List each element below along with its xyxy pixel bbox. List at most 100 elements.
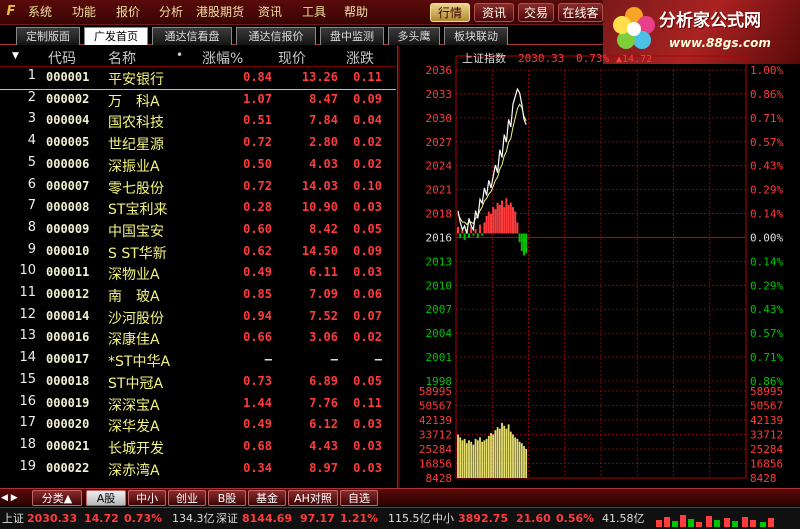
btab-watchlist[interactable]: 自选 <box>340 490 378 506</box>
sz-index-change: 97.17 <box>300 512 335 525</box>
chart-index-change: ▲14.72 <box>616 54 652 65</box>
col-header-code[interactable]: 代码 <box>48 48 76 68</box>
table-row[interactable]: 15 000018 ST中冠A 0.73 6.89 0.05 <box>0 372 396 394</box>
volume-tick-label: 8428 <box>426 472 453 485</box>
col-header-change[interactable]: 涨跌 <box>346 48 374 68</box>
quotes-button[interactable]: 行情 <box>430 3 470 22</box>
col-header-name[interactable]: 名称 <box>108 48 136 68</box>
sme-index-label: 中小 <box>432 512 454 525</box>
online-service-button[interactable]: 在线客 <box>558 3 603 22</box>
quote-table-header: ▼ 代码 名称 • 涨幅% 现价 涨跌 <box>0 46 396 67</box>
stock-code: 000017 <box>46 352 90 367</box>
stock-name: 长城开发 <box>108 440 164 457</box>
tab-tdx-watch[interactable]: 通达信看盘 <box>152 27 232 45</box>
stock-code: 000011 <box>46 265 90 280</box>
stock-code: 000021 <box>46 438 90 453</box>
pct-tick-label: 0.57% <box>750 136 783 149</box>
price-change: 0.03 <box>353 200 382 215</box>
table-row[interactable]: 3 000004 国农科技 0.51 7.84 0.04 <box>0 111 396 133</box>
last-price: 7.84 <box>309 113 338 128</box>
price-tick-label: 2016 <box>426 231 453 244</box>
btab-b-shares[interactable]: B股 <box>208 490 246 506</box>
change-pct: 0.84 <box>243 70 272 84</box>
stock-name: 国农科技 <box>108 115 164 132</box>
change-pct: 0.49 <box>243 265 272 280</box>
col-header-price[interactable]: 现价 <box>278 48 306 68</box>
tab-custom-layout[interactable]: 定制版面 <box>16 27 80 45</box>
menu-quote[interactable]: 报价 <box>116 4 140 21</box>
table-row[interactable]: 10 000011 深物业A 0.49 6.11 0.03 <box>0 263 396 285</box>
table-row[interactable]: 18 000021 长城开发 0.68 4.43 0.03 <box>0 437 396 459</box>
tab-sector-linkage[interactable]: 板块联动 <box>444 27 508 45</box>
menu-news[interactable]: 资讯 <box>258 4 282 21</box>
pct-tick-label: 0.71% <box>750 112 783 125</box>
tab-bull-hawk[interactable]: 多头鹰 <box>388 27 440 45</box>
intraday-chart-svg[interactable]: 上证指数 2030.33 0.73% ▲14.72 2036 1.00% 2033 0.86%… <box>400 46 800 506</box>
stock-code: 000004 <box>46 113 90 128</box>
stock-name: 深深宝A <box>108 397 160 414</box>
col-header-dot: • <box>176 48 184 62</box>
stock-name: 中国宝安 <box>108 223 164 240</box>
trade-button[interactable]: 交易 <box>518 3 554 22</box>
change-pct: 0.85 <box>243 287 272 301</box>
menu-tools[interactable]: 工具 <box>302 4 326 21</box>
btab-a-shares[interactable]: A股 <box>86 490 126 506</box>
btab-ah-compare[interactable]: AH对照 <box>288 490 338 506</box>
price-change: 0.09 <box>353 243 382 258</box>
table-row[interactable]: 7 000008 ST宝利来 0.28 10.90 0.03 <box>0 198 396 220</box>
price-change: 0.02 <box>353 156 382 171</box>
table-row[interactable]: 11 000012 南 玻A 0.85 7.09 0.06 <box>0 285 396 307</box>
volume-tick-label: 42139 <box>750 414 783 427</box>
stock-name: 南 玻A <box>108 289 160 305</box>
volume-tick-label: 16856 <box>419 458 452 471</box>
table-row[interactable]: 17 000020 深华发A 0.49 6.12 0.03 <box>0 415 396 437</box>
stock-name: ST中冠A <box>108 375 164 392</box>
row-index: 17 <box>19 415 36 431</box>
col-header-pct[interactable]: 涨幅% <box>202 48 243 68</box>
btab-funds[interactable]: 基金 <box>248 490 286 506</box>
last-price: 4.43 <box>309 438 338 453</box>
price-change: 0.11 <box>353 70 382 84</box>
price-change: 0.06 <box>353 287 382 301</box>
table-row[interactable]: 6 000007 零七股份 0.72 14.03 0.10 <box>0 177 396 199</box>
table-row[interactable]: 9 000010 S ST华新 0.62 14.50 0.09 <box>0 242 396 264</box>
nav-arrows-icon[interactable]: ◀ ▶ <box>1 491 29 505</box>
table-row[interactable]: 5 000006 深振业A 0.50 4.03 0.02 <box>0 155 396 177</box>
table-row[interactable]: 4 000005 世纪星源 0.72 2.80 0.02 <box>0 133 396 155</box>
table-row[interactable]: 16 000019 深深宝A 1.44 7.76 0.11 <box>0 394 396 416</box>
volume-tick-label: 16856 <box>750 458 783 471</box>
row-index: 1 <box>27 68 36 83</box>
btab-chinext[interactable]: 创业 <box>168 490 206 506</box>
menu-help[interactable]: 帮助 <box>344 4 368 21</box>
market-breadth-icon <box>656 515 774 527</box>
row-index: 16 <box>19 393 36 409</box>
page-tab-bar: 定制版面 广发首页 通达信看盘 通达信报价 盘中监测 多头鹰 板块联动 <box>0 25 603 45</box>
table-row[interactable]: 8 000009 中国宝安 0.60 8.42 0.05 <box>0 220 396 242</box>
table-row[interactable]: 1 000001 平安银行 0.84 13.26 0.11 <box>0 68 396 90</box>
change-pct: 0.73 <box>243 373 272 388</box>
tab-gf-home[interactable]: 广发首页 <box>84 27 148 45</box>
menu-analysis[interactable]: 分析 <box>159 4 183 21</box>
last-price: 6.89 <box>309 373 338 388</box>
menu-hk-futures[interactable]: 港股期货 <box>196 4 244 21</box>
tab-intraday-monitor[interactable]: 盘中监测 <box>320 27 384 45</box>
volume-tick-label: 33712 <box>419 429 452 442</box>
table-row[interactable]: 2 000002 万 科A 1.07 8.47 0.09 <box>0 90 396 112</box>
last-price: 3.06 <box>309 330 338 345</box>
menu-system[interactable]: 系统 <box>28 4 52 21</box>
sort-down-icon[interactable]: ▼ <box>12 51 19 61</box>
table-row[interactable]: 12 000014 沙河股份 0.94 7.52 0.07 <box>0 307 396 329</box>
menu-function[interactable]: 功能 <box>72 4 96 21</box>
table-row[interactable]: 13 000016 深康佳A 0.66 3.06 0.02 <box>0 328 396 350</box>
intraday-chart[interactable]: 上证指数 2030.33 0.73% ▲14.72 2036 1.00% 2033 0.86%… <box>400 46 800 506</box>
tab-tdx-quote[interactable]: 通达信报价 <box>236 27 316 45</box>
btab-category[interactable]: 分类▲ <box>32 490 82 506</box>
table-row[interactable]: 14 000017 *ST中华A – – – <box>0 350 396 372</box>
pct-tick-label: 0.71% <box>750 351 783 364</box>
info-button[interactable]: 资讯 <box>474 3 514 22</box>
market-status-bar: 上证 2030.33 14.72 0.73% 134.3亿 深证 8144.69… <box>0 507 800 529</box>
table-row[interactable]: 19 000022 深赤湾A 0.34 8.97 0.03 <box>0 459 396 481</box>
sme-index-change: 21.60 <box>516 512 551 525</box>
btab-sme[interactable]: 中小 <box>128 490 166 506</box>
change-pct: 1.07 <box>243 91 272 106</box>
